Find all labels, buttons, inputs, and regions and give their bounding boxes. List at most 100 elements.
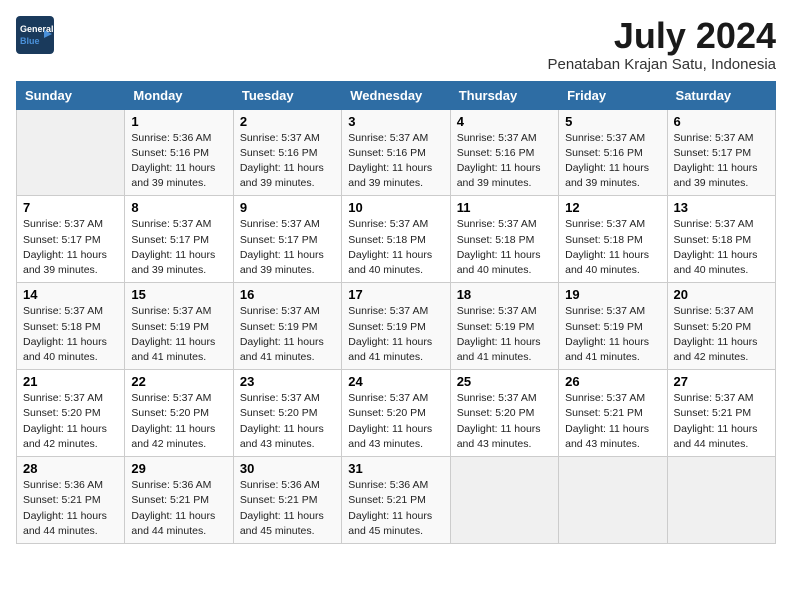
day-info: Sunrise: 5:37 AMSunset: 5:18 PMDaylight:… xyxy=(674,217,769,278)
day-info: Sunrise: 5:37 AMSunset: 5:16 PMDaylight:… xyxy=(565,131,660,192)
day-info: Sunrise: 5:36 AMSunset: 5:21 PMDaylight:… xyxy=(348,478,443,539)
calendar-cell: 17 Sunrise: 5:37 AMSunset: 5:19 PMDayligh… xyxy=(342,283,450,370)
day-number: 27 xyxy=(674,374,769,389)
calendar-cell: 8Sunrise: 5:37 AMSunset: 5:17 PMDaylight… xyxy=(125,196,233,283)
day-header-thursday: Thursday xyxy=(450,81,558,109)
calendar-cell: 22 Sunrise: 5:37 AMSunset: 5:20 PMDayligh… xyxy=(125,370,233,457)
page-header: General Blue July 2024 Penataban Krajan … xyxy=(16,16,776,73)
day-info: Sunrise: 5:37 AMSunset: 5:17 PMDaylight:… xyxy=(131,217,226,278)
calendar-header-row: SundayMondayTuesdayWednesdayThursdayFrid… xyxy=(17,81,776,109)
calendar-cell: 13 Sunrise: 5:37 AMSunset: 5:18 PMDayligh… xyxy=(667,196,775,283)
day-header-wednesday: Wednesday xyxy=(342,81,450,109)
calendar-cell: 12 Sunrise: 5:37 AMSunset: 5:18 PMDayligh… xyxy=(559,196,667,283)
calendar-cell: 19 Sunrise: 5:37 AMSunset: 5:19 PMDayligh… xyxy=(559,283,667,370)
day-number: 23 xyxy=(240,374,335,389)
calendar-cell: 23 Sunrise: 5:37 AMSunset: 5:20 PMDayligh… xyxy=(233,370,341,457)
day-info: Sunrise: 5:37 AMSunset: 5:18 PMDaylight:… xyxy=(348,217,443,278)
day-number: 1 xyxy=(131,114,226,129)
day-number: 12 xyxy=(565,200,660,215)
day-info: Sunrise: 5:37 AMSunset: 5:16 PMDaylight:… xyxy=(240,131,335,192)
logo-icon: General Blue xyxy=(16,16,54,54)
day-header-tuesday: Tuesday xyxy=(233,81,341,109)
day-number: 3 xyxy=(348,114,443,129)
day-number: 26 xyxy=(565,374,660,389)
location: Penataban Krajan Satu, Indonesia xyxy=(547,56,776,73)
day-number: 20 xyxy=(674,287,769,302)
day-info: Sunrise: 5:37 AMSunset: 5:19 PMDaylight:… xyxy=(348,304,443,365)
day-header-sunday: Sunday xyxy=(17,81,125,109)
day-header-friday: Friday xyxy=(559,81,667,109)
calendar-cell: 10Sunrise: 5:37 AMSunset: 5:18 PMDayligh… xyxy=(342,196,450,283)
calendar-body: 1Sunrise: 5:36 AMSunset: 5:16 PMDaylight… xyxy=(17,109,776,543)
calendar-cell xyxy=(559,457,667,544)
day-info: Sunrise: 5:37 AMSunset: 5:20 PMDaylight:… xyxy=(131,391,226,452)
calendar-cell: 29Sunrise: 5:36 AMSunset: 5:21 PMDayligh… xyxy=(125,457,233,544)
calendar-week-5: 28Sunrise: 5:36 AMSunset: 5:21 PMDayligh… xyxy=(17,457,776,544)
calendar-cell: 2 Sunrise: 5:37 AMSunset: 5:16 PMDaylight… xyxy=(233,109,341,196)
day-info: Sunrise: 5:37 AMSunset: 5:18 PMDaylight:… xyxy=(23,304,118,365)
day-info: Sunrise: 5:37 AMSunset: 5:20 PMDaylight:… xyxy=(457,391,552,452)
day-number: 2 xyxy=(240,114,335,129)
calendar-cell: 5 Sunrise: 5:37 AMSunset: 5:16 PMDaylight… xyxy=(559,109,667,196)
calendar-cell: 6Sunrise: 5:37 AMSunset: 5:17 PMDaylight… xyxy=(667,109,775,196)
calendar-cell: 15 Sunrise: 5:37 AMSunset: 5:19 PMDayligh… xyxy=(125,283,233,370)
day-number: 17 xyxy=(348,287,443,302)
day-info: Sunrise: 5:37 AMSunset: 5:18 PMDaylight:… xyxy=(457,217,552,278)
day-number: 15 xyxy=(131,287,226,302)
logo: General Blue xyxy=(16,16,54,54)
day-info: Sunrise: 5:36 AMSunset: 5:21 PMDaylight:… xyxy=(240,478,335,539)
calendar-cell: 3 Sunrise: 5:37 AMSunset: 5:16 PMDaylight… xyxy=(342,109,450,196)
day-number: 7 xyxy=(23,200,118,215)
day-number: 13 xyxy=(674,200,769,215)
day-info: Sunrise: 5:37 AMSunset: 5:21 PMDaylight:… xyxy=(565,391,660,452)
calendar-cell xyxy=(17,109,125,196)
day-info: Sunrise: 5:37 AMSunset: 5:19 PMDaylight:… xyxy=(131,304,226,365)
calendar-cell: 9 Sunrise: 5:37 AMSunset: 5:17 PMDaylight… xyxy=(233,196,341,283)
calendar-cell: 16 Sunrise: 5:37 AMSunset: 5:19 PMDayligh… xyxy=(233,283,341,370)
calendar-week-1: 1Sunrise: 5:36 AMSunset: 5:16 PMDaylight… xyxy=(17,109,776,196)
day-info: Sunrise: 5:37 AMSunset: 5:16 PMDaylight:… xyxy=(348,131,443,192)
day-info: Sunrise: 5:37 AMSunset: 5:19 PMDaylight:… xyxy=(240,304,335,365)
day-number: 19 xyxy=(565,287,660,302)
calendar-cell xyxy=(667,457,775,544)
day-number: 30 xyxy=(240,461,335,476)
day-header-monday: Monday xyxy=(125,81,233,109)
title-block: July 2024 Penataban Krajan Satu, Indones… xyxy=(547,16,776,73)
day-info: Sunrise: 5:37 AMSunset: 5:17 PMDaylight:… xyxy=(240,217,335,278)
day-info: Sunrise: 5:37 AMSunset: 5:20 PMDaylight:… xyxy=(674,304,769,365)
day-info: Sunrise: 5:37 AMSunset: 5:16 PMDaylight:… xyxy=(457,131,552,192)
day-header-saturday: Saturday xyxy=(667,81,775,109)
day-number: 31 xyxy=(348,461,443,476)
calendar-week-3: 14 Sunrise: 5:37 AMSunset: 5:18 PMDayligh… xyxy=(17,283,776,370)
day-info: Sunrise: 5:37 AMSunset: 5:19 PMDaylight:… xyxy=(565,304,660,365)
day-number: 24 xyxy=(348,374,443,389)
calendar-cell xyxy=(450,457,558,544)
day-number: 16 xyxy=(240,287,335,302)
calendar-cell: 4Sunrise: 5:37 AMSunset: 5:16 PMDaylight… xyxy=(450,109,558,196)
calendar-cell: 1Sunrise: 5:36 AMSunset: 5:16 PMDaylight… xyxy=(125,109,233,196)
calendar-cell: 30 Sunrise: 5:36 AMSunset: 5:21 PMDayligh… xyxy=(233,457,341,544)
calendar-cell: 27Sunrise: 5:37 AMSunset: 5:21 PMDayligh… xyxy=(667,370,775,457)
calendar-cell: 25Sunrise: 5:37 AMSunset: 5:20 PMDayligh… xyxy=(450,370,558,457)
month-title: July 2024 xyxy=(547,16,776,56)
day-info: Sunrise: 5:37 AMSunset: 5:17 PMDaylight:… xyxy=(674,131,769,192)
day-number: 14 xyxy=(23,287,118,302)
day-info: Sunrise: 5:37 AMSunset: 5:18 PMDaylight:… xyxy=(565,217,660,278)
calendar-cell: 26 Sunrise: 5:37 AMSunset: 5:21 PMDayligh… xyxy=(559,370,667,457)
calendar-cell: 20 Sunrise: 5:37 AMSunset: 5:20 PMDayligh… xyxy=(667,283,775,370)
day-info: Sunrise: 5:37 AMSunset: 5:19 PMDaylight:… xyxy=(457,304,552,365)
day-number: 9 xyxy=(240,200,335,215)
day-info: Sunrise: 5:37 AMSunset: 5:17 PMDaylight:… xyxy=(23,217,118,278)
day-info: Sunrise: 5:37 AMSunset: 5:20 PMDaylight:… xyxy=(240,391,335,452)
day-info: Sunrise: 5:37 AMSunset: 5:20 PMDaylight:… xyxy=(23,391,118,452)
calendar-week-2: 7 Sunrise: 5:37 AMSunset: 5:17 PMDaylight… xyxy=(17,196,776,283)
day-info: Sunrise: 5:36 AMSunset: 5:21 PMDaylight:… xyxy=(23,478,118,539)
calendar-cell: 11Sunrise: 5:37 AMSunset: 5:18 PMDayligh… xyxy=(450,196,558,283)
day-number: 5 xyxy=(565,114,660,129)
calendar-cell: 18Sunrise: 5:37 AMSunset: 5:19 PMDayligh… xyxy=(450,283,558,370)
day-number: 22 xyxy=(131,374,226,389)
calendar-week-4: 21 Sunrise: 5:37 AMSunset: 5:20 PMDayligh… xyxy=(17,370,776,457)
calendar-cell: 21 Sunrise: 5:37 AMSunset: 5:20 PMDayligh… xyxy=(17,370,125,457)
day-number: 21 xyxy=(23,374,118,389)
calendar-cell: 28Sunrise: 5:36 AMSunset: 5:21 PMDayligh… xyxy=(17,457,125,544)
